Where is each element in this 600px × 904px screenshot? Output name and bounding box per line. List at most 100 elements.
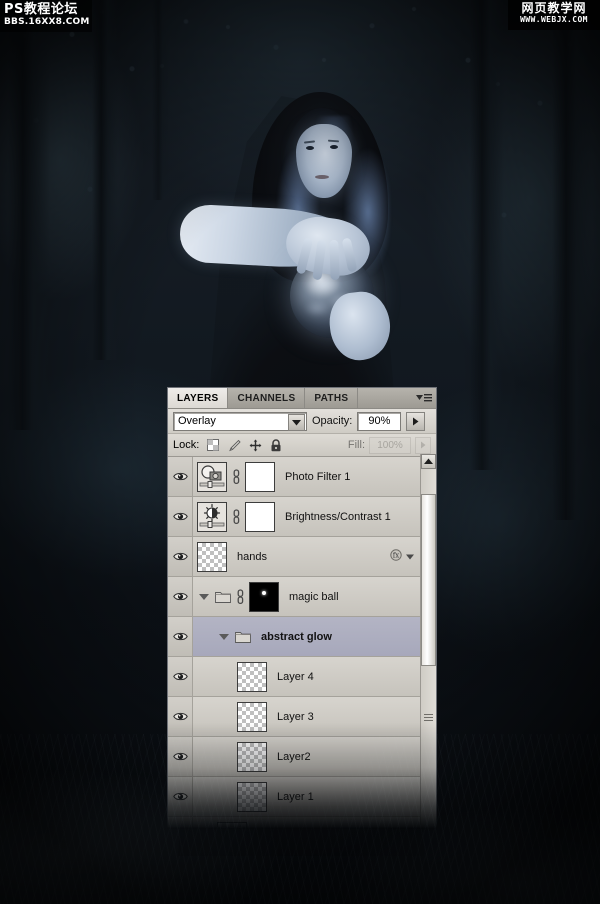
layer-name[interactable]: Layer 3 [277,711,314,723]
lock-row: Lock: Fill: 100% [168,434,436,457]
resize-grip-icon[interactable] [424,714,433,721]
layer-row-body[interactable]: Photo Filter 1 [193,457,436,496]
opacity-slider-button[interactable] [406,411,426,431]
watermark-left: PS教程论坛 BBS.16XX8.COM [0,0,92,32]
layer-thumbnail[interactable] [237,741,267,772]
layer-row-body[interactable]: Layer 3 [193,697,436,736]
layer-name[interactable]: abstract glow [261,631,332,643]
layer-thumbnail[interactable] [197,461,227,492]
scrollbar-thumb[interactable] [421,494,436,666]
figure-finger [329,239,340,281]
layer-name[interactable]: Layer2 [277,751,311,763]
watermark-right: 网页教学网 WWW.WEBJX.COM [508,0,600,30]
lock-position-icon[interactable] [248,438,262,452]
layer-row[interactable]: abstract glow [168,617,436,657]
layer-visibility-eye-icon[interactable] [168,657,193,696]
layer-visibility-eye-icon[interactable] [168,577,193,616]
layer-row[interactable]: Layer 4 [168,657,436,697]
layer-row-body[interactable]: hands fx [193,537,436,576]
layer-row[interactable]: hands fx [168,537,436,577]
chevron-down-icon[interactable] [288,413,305,431]
tab-bar-filler [358,388,412,408]
layer-row-body[interactable]: Layer2 [193,737,436,776]
lock-all-icon[interactable] [269,438,283,452]
layer-name[interactable]: hands [237,551,267,563]
watermark-right-url: WWW.WEBJX.COM [520,15,588,24]
layer-list[interactable]: Photo Filter 1 Brightness/Contrast 1 hands… [168,457,436,828]
lock-transparency-icon[interactable] [206,438,220,452]
layer-visibility-eye-icon[interactable] [168,737,193,776]
figure-eye [306,146,314,150]
layer-thumbnail[interactable] [217,821,247,828]
layer-row-body[interactable]: magic ball [193,577,436,616]
tree-trunk [92,0,118,360]
layer-thumbnail[interactable] [237,701,267,732]
panel-menu-icon[interactable] [412,388,436,408]
layer-row-body[interactable]: Layer 4 [193,657,436,696]
layer-visibility-eye-icon[interactable] [168,777,193,816]
fill-slider-button [415,436,431,454]
layer-row-body[interactable]: Brightness/Contrast 1 [193,497,436,536]
tab-layers[interactable]: LAYERS [168,388,229,408]
layer-visibility-eye-icon[interactable] [168,697,193,736]
figure-lips [315,175,329,179]
layer-row-body[interactable]: Layer 1 [193,777,436,816]
layers-scrollbar[interactable] [420,454,436,828]
layers-panel[interactable]: LAYERS CHANNELS PATHS Overlay Opacity: 9… [167,387,437,829]
layer-visibility-eye-icon[interactable] [168,537,193,576]
fill-group: Fill: 100% [347,436,431,454]
layer-thumbnail[interactable] [197,501,227,532]
scroll-up-arrow-icon[interactable] [421,454,436,469]
layer-row[interactable]: magic ball [168,577,436,617]
fill-input: 100% [369,436,411,454]
blend-opacity-row: Overlay Opacity: 90% [168,409,436,434]
lock-image-pixels-icon[interactable] [227,438,241,452]
layer-mask-link-icon[interactable] [231,468,241,486]
layer-thumbnail[interactable] [197,541,227,572]
layer-name[interactable]: Layer 4 [277,671,314,683]
layer-row[interactable]: Layer 1 [168,777,436,817]
lock-label: Lock: [173,439,200,451]
layer-group-folder-icon[interactable] [215,590,231,603]
tab-channels[interactable]: CHANNELS [228,388,306,408]
layer-name[interactable]: Layer 1 [277,791,314,803]
layer-mask-thumbnail[interactable] [249,581,279,612]
layer-row[interactable]: Galaxy [168,817,436,828]
layer-thumbnail[interactable] [237,661,267,692]
layer-name[interactable]: Photo Filter 1 [285,471,350,483]
blend-mode-select[interactable]: Overlay [173,411,307,431]
layer-name[interactable]: Brightness/Contrast 1 [285,511,391,523]
svg-text:fx: fx [393,552,400,560]
tree-trunk [552,0,592,520]
panel-tab-bar: LAYERS CHANNELS PATHS [168,388,436,409]
layer-visibility-eye-icon[interactable] [168,457,193,496]
layer-visibility-eye-icon[interactable] [168,497,193,536]
watermark-left-title: PS教程论坛 [4,2,78,17]
group-disclosure-triangle-icon[interactable] [219,633,229,640]
layer-row[interactable]: Brightness/Contrast 1 [168,497,436,537]
layer-mask-thumbnail[interactable] [245,461,275,492]
watermark-left-url: BBS.16XX8.COM [4,17,90,27]
layer-visibility-eye-icon[interactable] [168,817,193,828]
group-disclosure-triangle-icon[interactable] [199,593,209,600]
layer-row[interactable]: Layer2 [168,737,436,777]
figure-eye [330,145,338,149]
layer-row-body[interactable]: abstract glow [193,617,436,656]
layer-mask-link-icon[interactable] [235,588,245,606]
tree-trunk [470,0,504,470]
watermark-right-title: 网页教学网 [521,1,587,15]
layer-mask-link-icon[interactable] [231,508,241,526]
tab-paths[interactable]: PATHS [305,388,359,408]
layer-group-folder-icon[interactable] [235,630,251,643]
layer-thumbnail[interactable] [237,781,267,812]
layer-row[interactable]: Photo Filter 1 [168,457,436,497]
layer-name[interactable]: magic ball [289,591,339,603]
layer-effects-chevron-icon[interactable] [406,551,414,563]
layer-row-body[interactable]: Galaxy [193,817,436,828]
opacity-input[interactable]: 90% [357,411,402,431]
layer-mask-thumbnail[interactable] [245,501,275,532]
layer-visibility-eye-icon[interactable] [168,617,193,656]
layer-row[interactable]: Layer 3 [168,697,436,737]
layer-effects-fx-icon[interactable]: fx [390,549,402,564]
fill-label: Fill: [347,439,365,451]
